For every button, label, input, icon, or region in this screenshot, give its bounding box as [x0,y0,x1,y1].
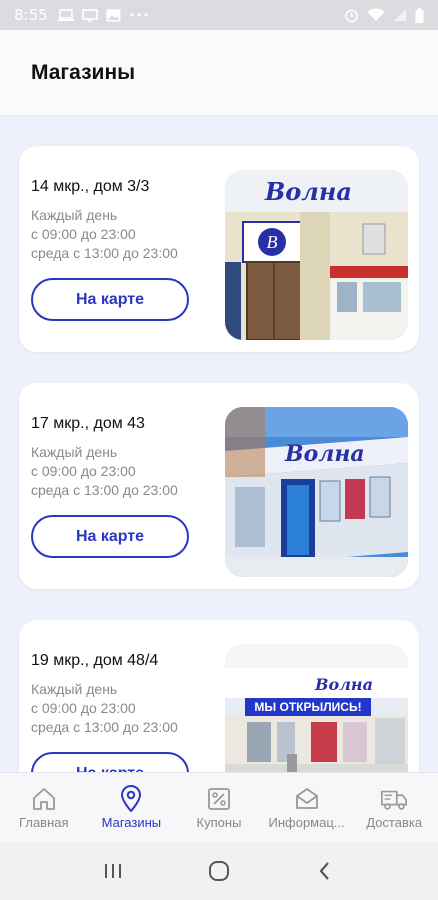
store-info: 14 мкр., дом 3/3 Каждый день с 09:00 до … [31,178,221,263]
store-info: 19 мкр., дом 48/4 Каждый день с 09:00 до… [31,652,221,737]
store-photo[interactable]: Волна [225,407,408,577]
store-address: 14 мкр., дом 3/3 [31,178,150,195]
nav-item-label: Купоны [196,815,242,830]
back-button[interactable] [305,851,345,891]
show-on-map-button[interactable]: На карте [31,752,189,772]
store-info: 17 мкр., дом 43 Каждый день с 09:00 до 2… [31,415,221,500]
store-list[interactable]: 14 мкр., дом 3/3 Каждый день с 09:00 до … [0,116,438,772]
store-hours-line: с 09:00 до 23:00 [31,226,136,242]
envelope-icon [293,785,321,813]
store-hours-line: Каждый день [31,207,118,223]
show-on-map-button[interactable]: На карте [31,515,189,558]
store-card[interactable]: 14 мкр., дом 3/3 Каждый день с 09:00 до … [19,146,419,352]
nav-item-coupons[interactable]: Купоны [175,773,263,842]
alarm-icon [345,9,358,22]
store-card[interactable]: 17 мкр., дом 43 Каждый день с 09:00 до 2… [19,383,419,589]
status-time: 8:55 [14,6,48,24]
store-hours-line: с 09:00 до 23:00 [31,463,136,479]
store-address: 19 мкр., дом 48/4 [31,652,159,669]
app-header: Магазины [0,30,438,116]
status-bar: 8:55 [0,0,438,30]
recent-apps-button[interactable] [93,851,133,891]
store-photo[interactable]: Волна МЫ ОТКРЫЛИСЬ! [225,644,408,772]
store-photo[interactable]: Волна В [225,170,408,340]
back-chevron-icon [319,862,329,880]
signal-icon [394,9,406,21]
coupon-percent-icon [205,785,233,813]
nav-item-delivery[interactable]: Доставка [350,773,438,842]
nav-item-label: Магазины [101,815,162,830]
screen-icon [81,8,98,21]
store-hours-line: среда с 13:00 до 23:00 [31,482,178,498]
store-hours-line: Каждый день [31,681,118,697]
store-sign-text: Волна [314,675,373,694]
nav-item-label: Доставка [366,815,423,830]
page-title: Магазины [31,60,136,84]
nav-item-info[interactable]: Информац... [263,773,351,842]
home-icon [30,785,58,813]
home-button[interactable] [199,851,239,891]
wifi-icon [367,8,385,21]
store-card[interactable]: 19 мкр., дом 48/4 Каждый день с 09:00 до… [19,620,419,772]
recent-apps-icon [105,864,121,878]
store-address: 17 мкр., дом 43 [31,415,145,432]
nav-item-stores[interactable]: Магазины [88,773,176,842]
delivery-truck-icon [380,785,408,813]
show-on-map-button[interactable]: На карте [31,278,189,321]
location-pin-icon [117,785,145,813]
nav-item-home[interactable]: Главная [0,773,88,842]
store-hours-line: Каждый день [31,444,118,460]
store-sign-text: Волна [284,441,365,467]
system-navigation-bar [0,842,438,900]
nav-item-label: Главная [19,815,69,830]
more-dots-icon [130,13,148,17]
store-banner-text: МЫ ОТКРЫЛИСЬ! [254,700,361,714]
battery-icon [415,7,424,23]
nav-item-label: Информац... [268,815,345,830]
home-circle-icon [209,861,229,881]
svg-text:В: В [267,232,278,252]
store-hours-line: среда с 13:00 до 23:00 [31,719,178,735]
bottom-navigation: Главная Магазины Купоны Информац... Дост… [0,772,438,842]
laptop-icon [57,8,74,21]
store-hours-line: с 09:00 до 23:00 [31,700,136,716]
store-sign-text: Волна [264,177,352,206]
store-hours-line: среда с 13:00 до 23:00 [31,245,178,261]
image-icon [106,9,121,21]
